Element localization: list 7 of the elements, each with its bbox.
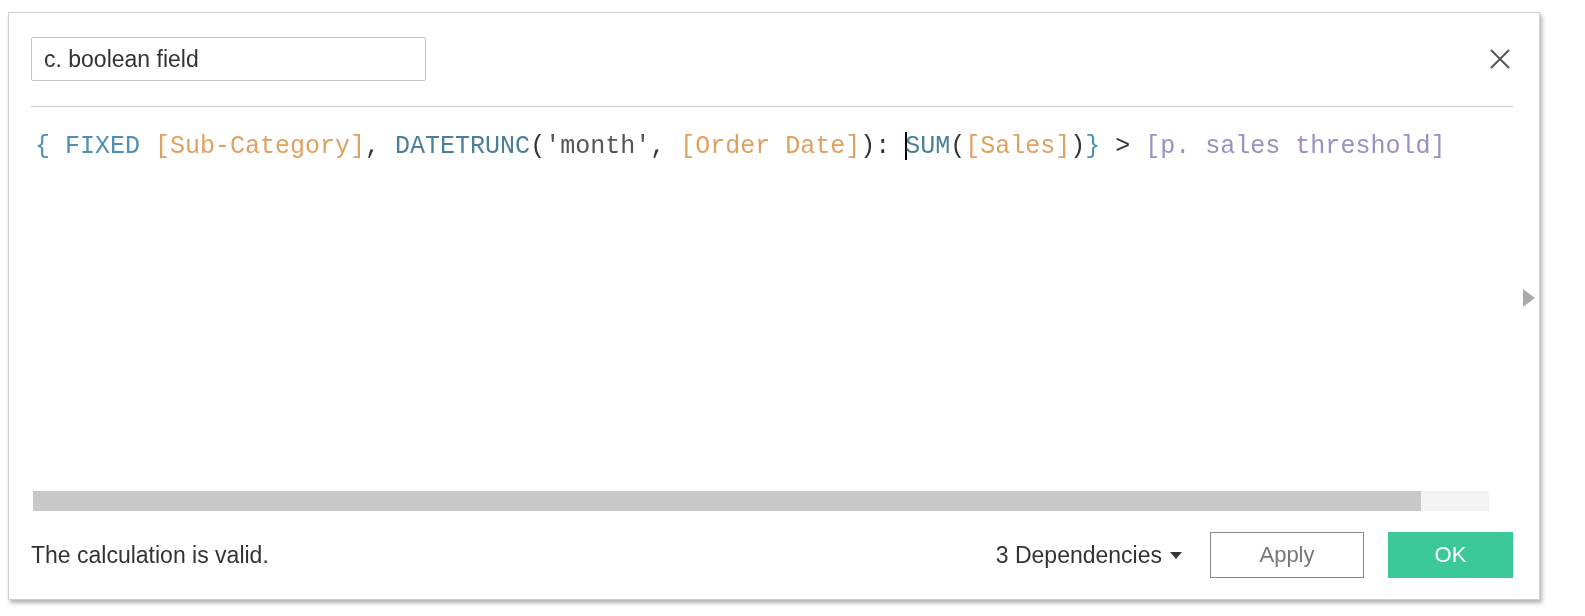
dependencies-dropdown[interactable]: 3 Dependencies (995, 541, 1182, 569)
close-icon[interactable] (1489, 48, 1511, 70)
expand-arrow-icon[interactable] (1523, 289, 1535, 307)
calculation-name-field[interactable]: c. boolean field (31, 37, 426, 81)
validation-message: The calculation is valid. (31, 541, 269, 569)
caret-icon (1170, 551, 1182, 559)
apply-button[interactable]: Apply (1210, 532, 1364, 578)
